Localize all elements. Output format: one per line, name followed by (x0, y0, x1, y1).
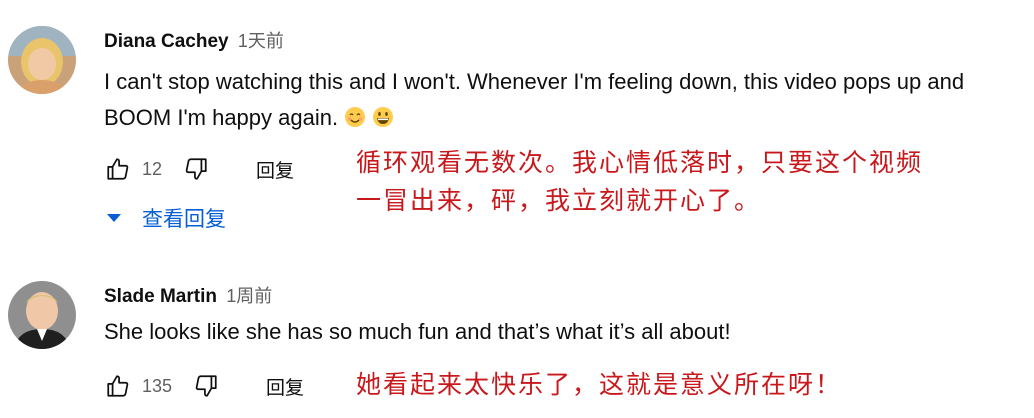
dislike-button[interactable] (182, 155, 210, 183)
author-line: Slade Martin 1周前 (104, 284, 272, 309)
avatar[interactable] (8, 26, 76, 94)
translation-annotation: 她看起来太快乐了，这就是意义所在呀！ (356, 366, 842, 404)
translation-line: 循环观看无数次。我心情低落时，只要这个视频 (356, 148, 924, 177)
avatar[interactable] (8, 281, 76, 349)
thumbs-down-icon (195, 375, 217, 397)
view-replies-button[interactable]: 查看回复 (104, 203, 226, 233)
like-count: 12 (142, 158, 163, 179)
dislike-button[interactable] (192, 372, 220, 400)
reply-button[interactable]: 回复 (266, 373, 304, 400)
like-button[interactable] (104, 155, 132, 183)
author-name[interactable]: Slade Martin (104, 286, 217, 307)
timestamp[interactable]: 1天前 (238, 31, 284, 51)
comment-body: I can't stop watching this and I won't. … (104, 69, 965, 130)
author-name[interactable]: Diana Cachey (104, 31, 229, 52)
translation-line: 她看起来太快乐了，这就是意义所在呀！ (356, 370, 843, 399)
view-replies-label: 查看回复 (142, 208, 226, 231)
comment-actions: 12 回复 (104, 152, 294, 186)
caret-down-icon (107, 214, 121, 222)
like-button[interactable] (104, 372, 132, 400)
comment-actions: 135 回复 (104, 369, 304, 403)
translation-line: 一冒出来，砰，我立刻就开心了。 (356, 186, 762, 215)
thumbs-up-icon (107, 158, 129, 180)
reply-button[interactable]: 回复 (256, 156, 294, 183)
thumbs-down-icon (185, 158, 207, 180)
comment-text: I can't stop watching this and I won't. … (104, 64, 1024, 136)
smiling-face-icon (345, 107, 366, 127)
translation-annotation: 循环观看无数次。我心情低落时，只要这个视频 一冒出来，砰，我立刻就开心了。 (356, 144, 923, 220)
thumbs-up-icon (107, 375, 129, 397)
comment-text: She looks like she has so much fun and t… (104, 314, 1024, 350)
like-count: 135 (142, 375, 173, 396)
comment-body: She looks like she has so much fun and t… (104, 319, 731, 344)
grinning-face-icon (373, 107, 394, 127)
author-line: Diana Cachey 1天前 (104, 29, 284, 54)
timestamp[interactable]: 1周前 (226, 286, 272, 306)
